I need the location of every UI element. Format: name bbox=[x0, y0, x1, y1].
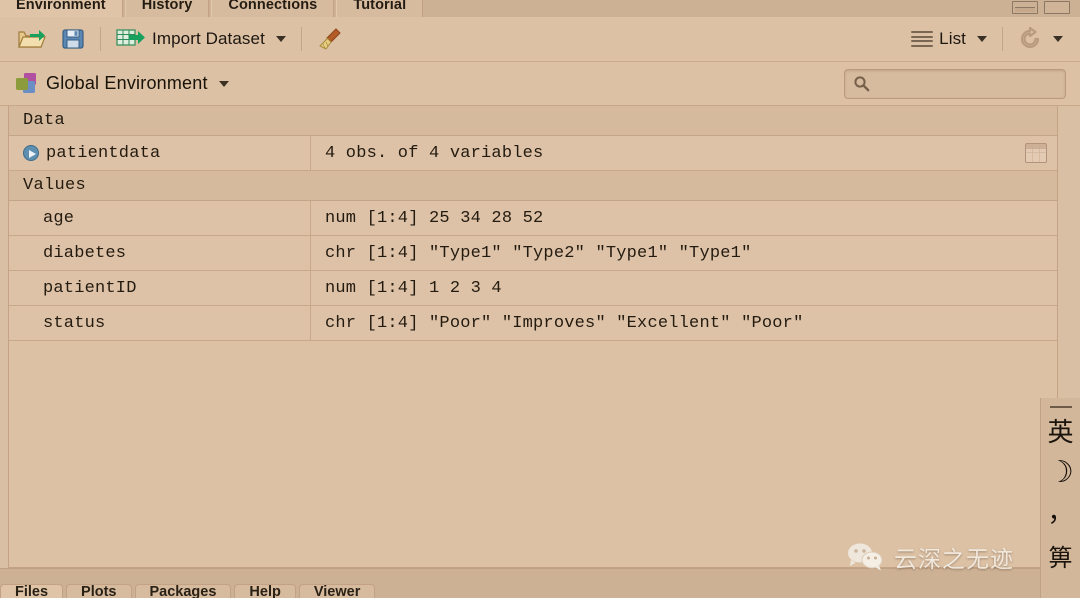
list-lines-icon bbox=[911, 31, 934, 47]
ime-floating-panel: 英 ☽ ， 箅 bbox=[1040, 398, 1080, 598]
bottom-tab-packages[interactable]: Packages bbox=[134, 584, 232, 598]
view-mode-label: List bbox=[939, 29, 966, 48]
bottom-tab-plots-label: Plots bbox=[81, 584, 117, 598]
toolbar-left-group: Import Dataset bbox=[10, 22, 350, 56]
pane-tab-strip: Environment History Connections Tutorial bbox=[0, 0, 1080, 17]
environment-selector-label: Global Environment bbox=[46, 73, 208, 93]
object-value-status: chr [1:4] "Poor" "Improves" "Excellent" … bbox=[325, 313, 804, 333]
environment-toolbar: Import Dataset List bbox=[0, 17, 1080, 62]
table-row-patientdata[interactable]: patientdata 4 obs. of 4 variables bbox=[9, 136, 1057, 171]
rstudio-environment-pane: Environment History Connections Tutorial bbox=[0, 0, 1080, 598]
save-disk-icon bbox=[61, 27, 85, 51]
object-value-patientid: num [1:4] 1 2 3 4 bbox=[325, 278, 502, 298]
tab-tutorial[interactable]: Tutorial bbox=[336, 0, 424, 17]
object-name-patientdata: patientdata bbox=[46, 143, 161, 163]
object-name-patientid: patientID bbox=[43, 278, 137, 298]
tab-history[interactable]: History bbox=[124, 0, 210, 17]
chevron-down-icon-list[interactable] bbox=[977, 36, 987, 42]
view-mode-button[interactable]: List bbox=[904, 25, 994, 53]
tab-connections-label: Connections bbox=[228, 0, 318, 13]
object-value-cell-patientid: num [1:4] 1 2 3 4 bbox=[311, 271, 1057, 305]
table-row-status[interactable]: status chr [1:4] "Poor" "Improves" "Exce… bbox=[9, 306, 1057, 341]
global-environment-selector[interactable]: Global Environment bbox=[14, 68, 236, 100]
bottom-pane-tab-strip: Files Plots Packages Help Viewer bbox=[0, 568, 1080, 598]
broom-icon bbox=[317, 26, 343, 52]
search-input[interactable] bbox=[876, 76, 1057, 91]
toolbar-separator-3 bbox=[1002, 27, 1003, 51]
search-icon bbox=[853, 75, 870, 92]
object-name-cell-patientid: patientID bbox=[9, 271, 311, 305]
tab-connections[interactable]: Connections bbox=[211, 0, 335, 17]
bottom-tab-files[interactable]: Files bbox=[0, 584, 64, 598]
object-value-diabetes: chr [1:4] "Type1" "Type2" "Type1" "Type1… bbox=[325, 243, 752, 263]
environment-cubes-icon bbox=[14, 72, 40, 96]
tab-history-label: History bbox=[141, 0, 193, 13]
table-row-diabetes[interactable]: diabetes chr [1:4] "Type1" "Type2" "Type… bbox=[9, 236, 1057, 271]
tab-tutorial-label: Tutorial bbox=[353, 0, 407, 13]
bottom-tab-help[interactable]: Help bbox=[234, 584, 296, 598]
bottom-tab-viewer-label: Viewer bbox=[313, 584, 361, 598]
bottom-tab-packages-label: Packages bbox=[149, 584, 217, 598]
load-workspace-button[interactable] bbox=[10, 22, 54, 56]
drag-grip-icon[interactable] bbox=[1049, 406, 1072, 408]
object-name-age: age bbox=[43, 208, 75, 228]
ime-language-button[interactable]: 英 bbox=[1047, 420, 1073, 446]
object-value-cell-diabetes: chr [1:4] "Type1" "Type2" "Type1" "Type1… bbox=[311, 236, 1057, 270]
object-value-cell-age: num [1:4] 25 34 28 52 bbox=[311, 201, 1057, 235]
table-row-age[interactable]: age num [1:4] 25 34 28 52 bbox=[9, 201, 1057, 236]
object-name-cell-diabetes: diabetes bbox=[9, 236, 311, 270]
group-label-values: Values bbox=[23, 176, 87, 195]
ime-extra-button[interactable]: 箅 bbox=[1049, 538, 1073, 573]
toolbar-separator-1 bbox=[100, 27, 101, 51]
tab-environment[interactable]: Environment bbox=[0, 0, 123, 17]
ime-punctuation-button[interactable]: ， bbox=[1047, 500, 1073, 526]
bottom-tab-plots[interactable]: Plots bbox=[66, 584, 132, 598]
object-name-diabetes: diabetes bbox=[43, 243, 127, 263]
group-header-data: Data bbox=[9, 106, 1057, 136]
object-value-age: num [1:4] 25 34 28 52 bbox=[325, 208, 544, 228]
search-objects-box[interactable] bbox=[844, 68, 1066, 99]
refresh-button[interactable] bbox=[1011, 23, 1070, 55]
group-header-values: Values bbox=[9, 171, 1057, 201]
moon-icon[interactable]: ☽ bbox=[1047, 458, 1074, 488]
object-value-cell-patientdata: 4 obs. of 4 variables bbox=[311, 136, 1057, 170]
bottom-tab-help-label: Help bbox=[249, 584, 281, 598]
expand-triangle-icon[interactable] bbox=[23, 145, 39, 161]
minimize-pane-icon[interactable] bbox=[1012, 1, 1038, 14]
object-value-patientdata: 4 obs. of 4 variables bbox=[325, 143, 544, 163]
object-name-cell-status: status bbox=[9, 306, 311, 340]
toolbar-separator-2 bbox=[300, 27, 302, 51]
chevron-down-icon[interactable] bbox=[275, 36, 286, 42]
open-folder-icon bbox=[17, 26, 47, 52]
toolbar-right-group: List bbox=[904, 23, 1070, 55]
tab-strip-filler bbox=[425, 0, 1010, 17]
maximize-pane-icon[interactable] bbox=[1044, 1, 1070, 14]
object-name-cell-patientdata: patientdata bbox=[9, 136, 311, 170]
bottom-tab-viewer[interactable]: Viewer bbox=[298, 584, 376, 598]
import-dataset-label: Import Dataset bbox=[152, 29, 265, 48]
save-workspace-button[interactable] bbox=[54, 23, 92, 55]
chevron-down-icon-refresh[interactable] bbox=[1053, 36, 1063, 42]
tab-environment-label: Environment bbox=[16, 0, 106, 13]
object-name-cell-age: age bbox=[9, 201, 311, 235]
import-table-icon bbox=[116, 27, 146, 51]
refresh-icon bbox=[1018, 27, 1042, 51]
pane-window-controls bbox=[1012, 0, 1080, 17]
environment-selector-row: Global Environment bbox=[0, 62, 1080, 106]
view-data-grid-icon[interactable] bbox=[1025, 143, 1047, 163]
clear-objects-button[interactable] bbox=[310, 22, 350, 56]
import-dataset-button[interactable]: Import Dataset bbox=[109, 23, 293, 55]
chevron-down-icon-environment[interactable] bbox=[218, 80, 229, 87]
bottom-tab-files-label: Files bbox=[15, 584, 49, 598]
group-label-data: Data bbox=[23, 111, 66, 130]
object-value-cell-status: chr [1:4] "Poor" "Improves" "Excellent" … bbox=[311, 306, 1057, 340]
object-name-status: status bbox=[43, 313, 106, 333]
table-row-patientid[interactable]: patientID num [1:4] 1 2 3 4 bbox=[9, 271, 1057, 306]
environment-object-table: Data patientdata 4 obs. of 4 variables V… bbox=[8, 106, 1058, 568]
